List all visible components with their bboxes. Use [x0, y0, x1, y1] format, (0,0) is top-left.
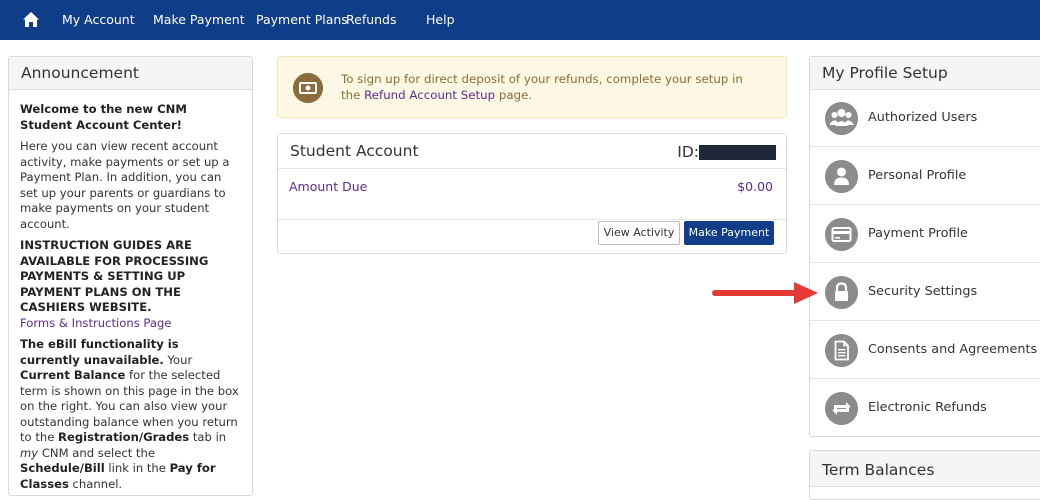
nav-make-payment[interactable]: Make Payment	[153, 12, 245, 27]
profile-item-consents-agreements[interactable]: Consents and Agreements	[810, 322, 1040, 379]
profile-item-label: Consents and Agreements	[868, 342, 1038, 357]
announcement-guides: INSTRUCTION GUIDES ARE AVAILABLE FOR PRO…	[20, 238, 209, 314]
make-payment-button[interactable]: Make Payment	[684, 221, 774, 245]
announcement-intro: Here you can view recent account activit…	[20, 139, 230, 231]
profile-item-label: Authorized Users	[868, 110, 978, 125]
term-balances-title: Term Balances	[810, 451, 1040, 487]
profile-item-authorized-users[interactable]: Authorized Users	[810, 90, 1040, 147]
announcement-welcome: Welcome to the new CNM Student Account C…	[20, 102, 187, 132]
announcement-panel: Announcement Welcome to the new CNM Stud…	[8, 56, 253, 496]
announcement-body: Welcome to the new CNM Student Account C…	[9, 90, 252, 492]
nav-payment-plans[interactable]: Payment Plans	[256, 12, 348, 27]
view-activity-button[interactable]: View Activity	[598, 221, 680, 245]
annotation-arrow-icon	[712, 282, 818, 304]
alert-message: To sign up for direct deposit of your re…	[341, 72, 743, 102]
profile-item-security-settings[interactable]: Security Settings	[810, 264, 1040, 321]
credit-card-icon	[825, 218, 858, 251]
profile-item-label: Electronic Refunds	[868, 400, 987, 415]
amount-due-row: Amount Due $0.00	[278, 170, 786, 220]
profile-item-payment-profile[interactable]: Payment Profile	[810, 206, 1040, 263]
user-icon	[825, 160, 858, 193]
forms-instructions-link[interactable]: Forms & Instructions Page	[20, 316, 172, 330]
home-icon[interactable]	[22, 11, 40, 29]
profile-item-label: Personal Profile	[868, 168, 967, 183]
announcement-title: Announcement	[9, 57, 252, 90]
money-icon	[293, 73, 323, 103]
profile-setup-panel: My Profile Setup Authorized Users Person…	[809, 56, 1040, 437]
refund-account-setup-link[interactable]: Refund Account Setup	[364, 88, 495, 102]
profile-setup-title: My Profile Setup	[810, 57, 1040, 90]
student-id-redacted	[699, 145, 776, 160]
nav-help[interactable]: Help	[426, 12, 455, 27]
profile-item-label: Security Settings	[868, 284, 978, 299]
lock-icon	[825, 276, 858, 309]
amount-due-link[interactable]: Amount Due	[289, 179, 367, 194]
nav-my-account[interactable]: My Account	[62, 12, 135, 27]
document-icon	[825, 334, 858, 367]
profile-item-label: Payment Profile	[868, 226, 968, 241]
student-id-label: ID:	[677, 143, 699, 161]
amount-due-value: $0.00	[737, 179, 773, 194]
nav-refunds[interactable]: Refunds	[346, 12, 397, 27]
top-navbar: My Account Make Payment Payment Plans Re…	[0, 0, 1040, 40]
users-icon	[825, 102, 858, 135]
profile-item-personal-profile[interactable]: Personal Profile	[810, 148, 1040, 205]
refund-icon	[825, 392, 858, 425]
student-account-panel: Student Account ID: Amount Due $0.00 Vie…	[277, 133, 787, 254]
profile-item-electronic-refunds[interactable]: Electronic Refunds	[810, 380, 1040, 437]
announcement-ebill: The eBill functionality is currently una…	[20, 337, 239, 491]
term-balances-panel: Term Balances	[809, 450, 1040, 500]
direct-deposit-alert: To sign up for direct deposit of your re…	[277, 56, 787, 118]
